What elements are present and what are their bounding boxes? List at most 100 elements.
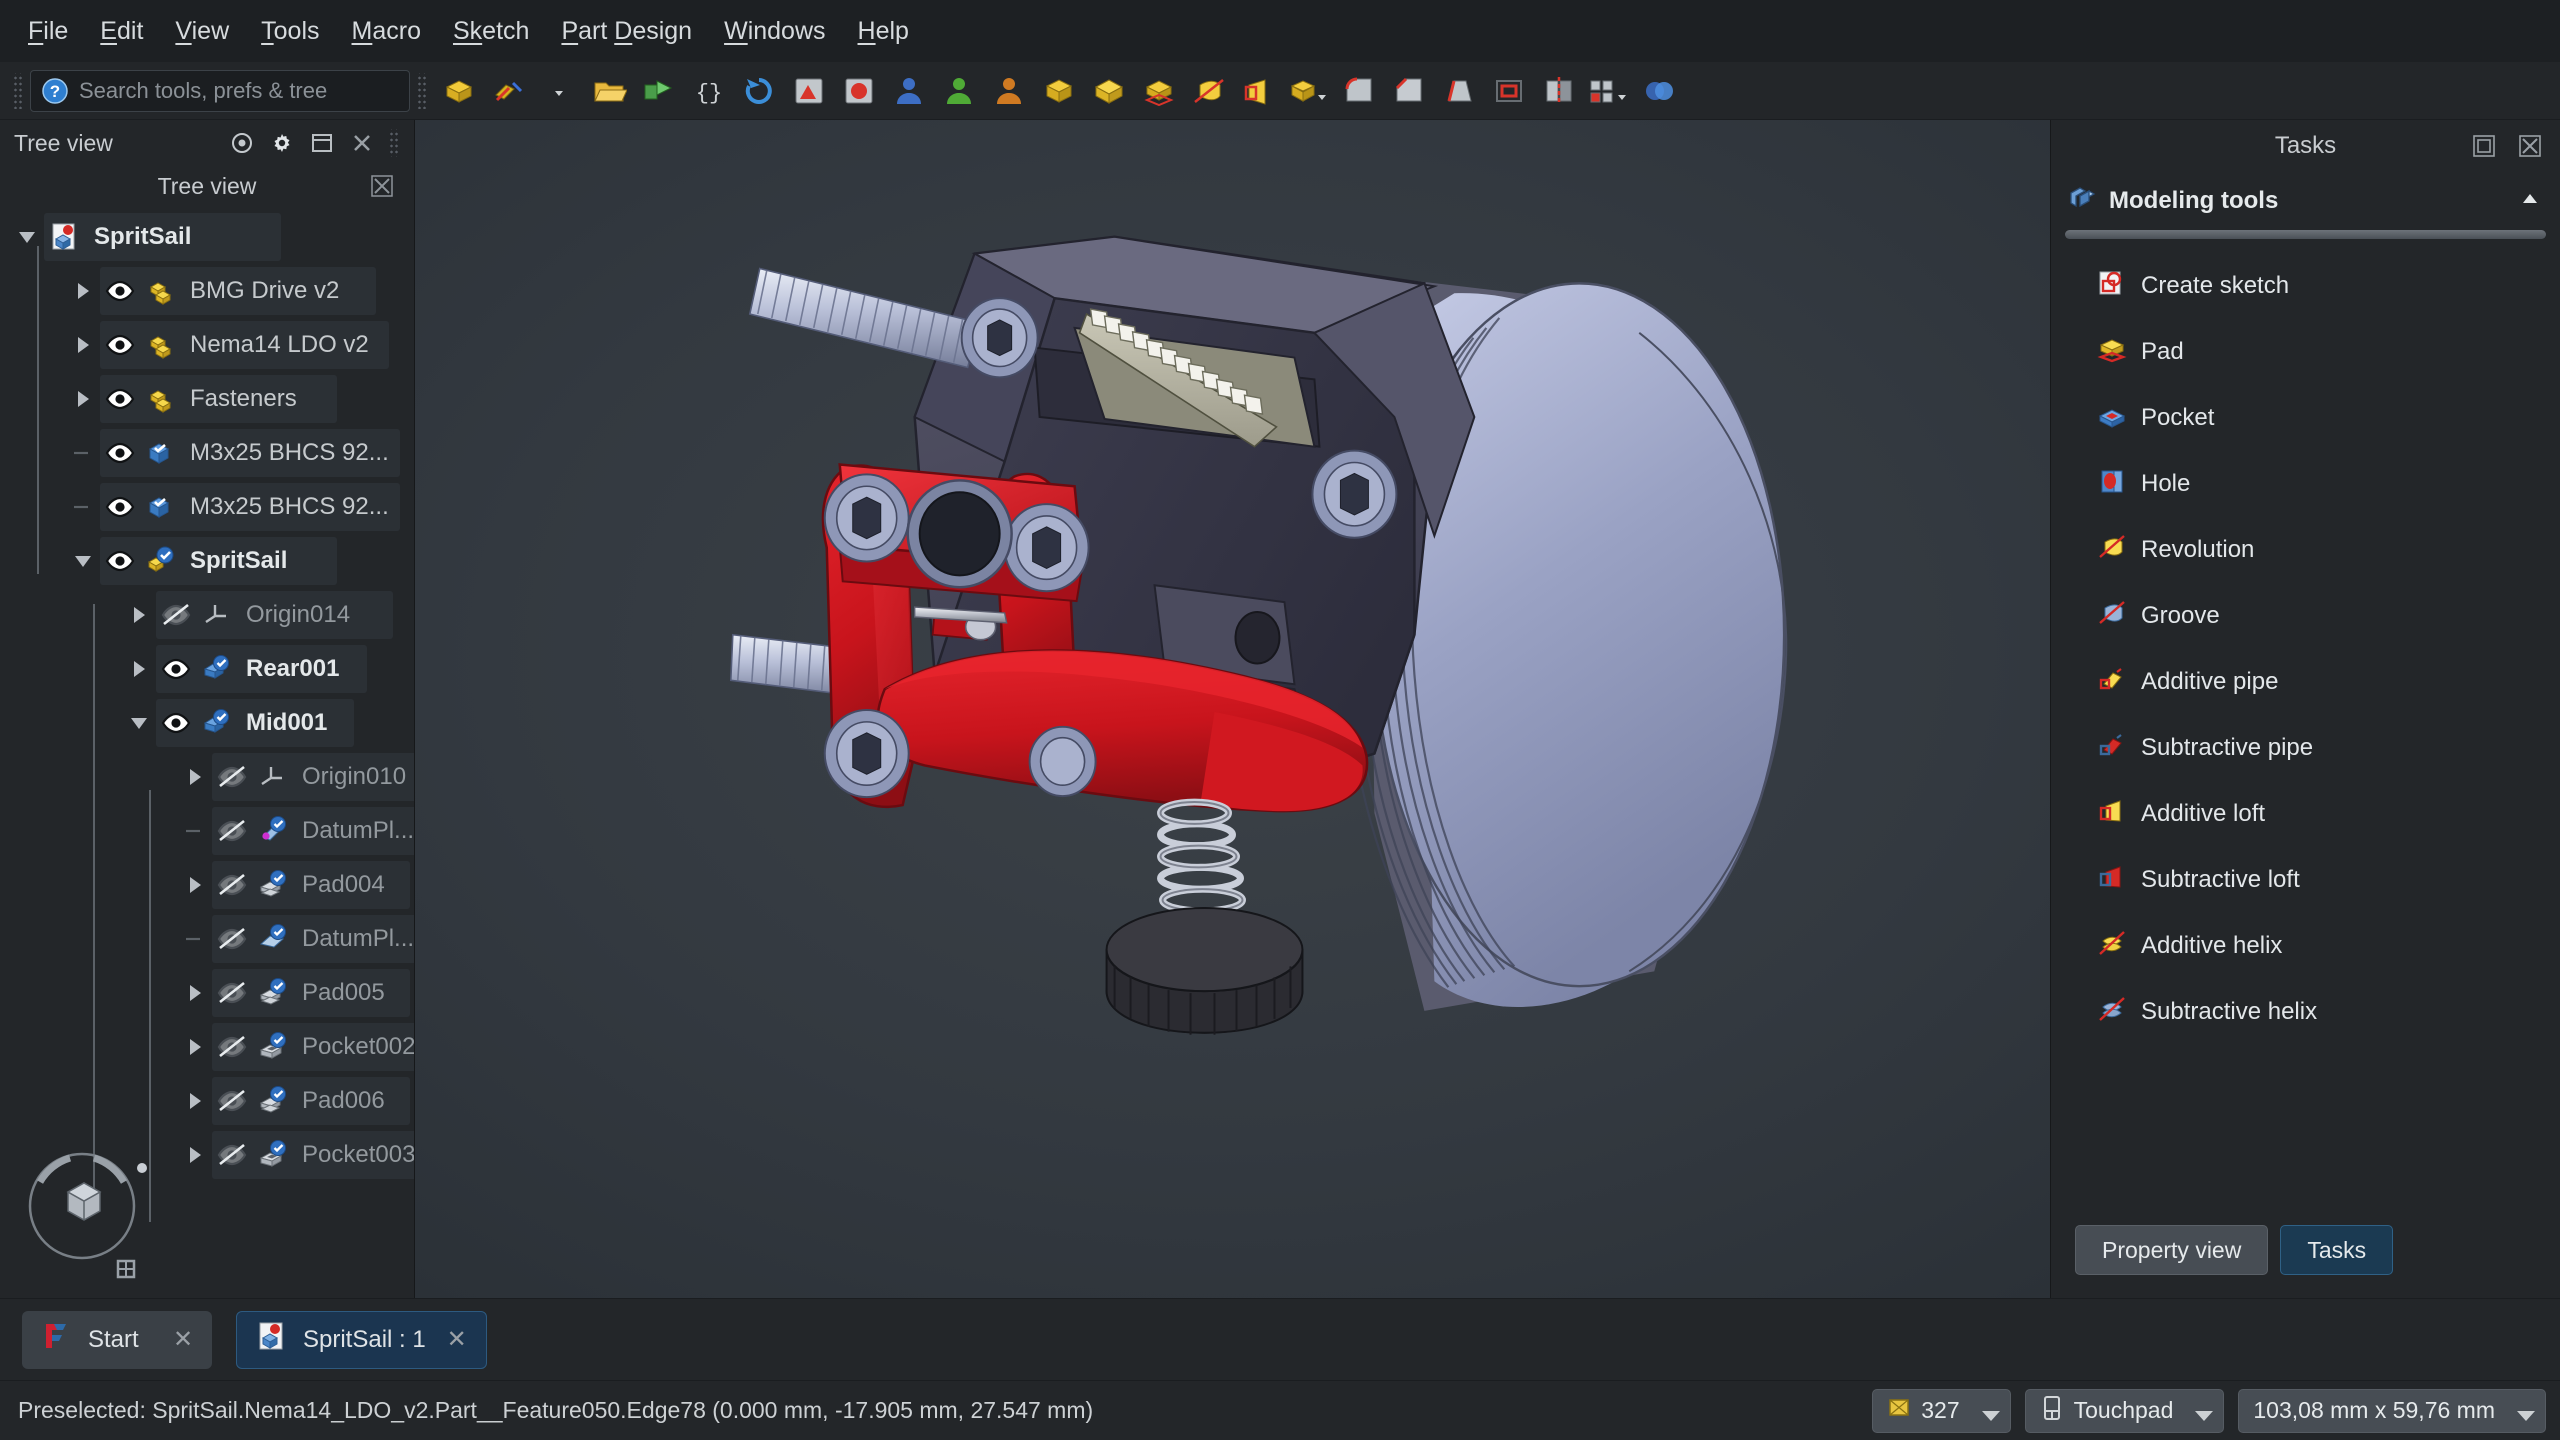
tree-item-m3x25-bhcs-92[interactable]: M3x25 BHCS 92... xyxy=(0,480,414,534)
eye-hidden-icon[interactable] xyxy=(212,750,252,804)
menu-macro[interactable]: Macro xyxy=(336,11,437,52)
close-panel-icon[interactable] xyxy=(342,123,382,163)
eye-hidden-icon[interactable] xyxy=(212,804,252,858)
dock-grip[interactable] xyxy=(388,129,400,157)
tab-start-close-icon[interactable]: ✕ xyxy=(168,1325,198,1355)
std-view-axo-icon[interactable] xyxy=(834,68,884,114)
additive-loft-tool-icon[interactable] xyxy=(1234,68,1284,114)
chevron-right-icon[interactable] xyxy=(178,966,212,1020)
task-additive-loft[interactable]: Additive loft xyxy=(2051,781,2560,847)
dimension-readout-caret-icon[interactable] xyxy=(2517,1411,2535,1421)
person-blue-icon[interactable] xyxy=(884,68,934,114)
chevron-down-icon[interactable] xyxy=(10,210,44,264)
chamfer-icon[interactable] xyxy=(1384,68,1434,114)
boolean-icon[interactable] xyxy=(1634,68,1684,114)
person-green-icon[interactable] xyxy=(934,68,984,114)
tab-start[interactable]: Start ✕ xyxy=(22,1311,212,1369)
tree-item-pad006[interactable]: Pad006 xyxy=(0,1074,414,1128)
more-tools-icon[interactable] xyxy=(1284,68,1334,114)
eye-hidden-icon[interactable] xyxy=(156,588,196,642)
chevron-down-icon[interactable] xyxy=(66,534,100,588)
eye-hidden-icon[interactable] xyxy=(212,966,252,1020)
chevron-down-icon[interactable] xyxy=(534,68,584,114)
task-subtractive-pipe[interactable]: Subtractive pipe xyxy=(2051,715,2560,781)
chevron-right-icon[interactable] xyxy=(122,642,156,696)
export-icon[interactable] xyxy=(634,68,684,114)
chevron-right-icon[interactable] xyxy=(178,1020,212,1074)
3d-viewport[interactable] xyxy=(415,120,2050,1298)
box-yellow-icon[interactable] xyxy=(1034,68,1084,114)
task-additive-pipe[interactable]: Additive pipe xyxy=(2051,649,2560,715)
tree-item-bmg-drive-v2[interactable]: BMG Drive v2 xyxy=(0,264,414,318)
modeling-tools-group-header[interactable]: Modeling tools xyxy=(2051,172,2560,230)
task-revolution[interactable]: Revolution xyxy=(2051,517,2560,583)
task-subtractive-helix[interactable]: Subtractive helix xyxy=(2051,979,2560,1045)
tab-spritsail[interactable]: SpritSail : 1 ✕ xyxy=(236,1311,487,1369)
tab-spritsail-close-icon[interactable]: ✕ xyxy=(442,1325,472,1355)
eye-visible-icon[interactable] xyxy=(100,426,140,480)
chevron-right-icon[interactable] xyxy=(122,588,156,642)
box-yellow-2-icon[interactable] xyxy=(1084,68,1134,114)
chevron-right-icon[interactable] xyxy=(66,372,100,426)
task-additive-helix[interactable]: Additive helix xyxy=(2051,913,2560,979)
task-create-sketch[interactable]: Create sketch xyxy=(2051,253,2560,319)
chevron-right-icon[interactable] xyxy=(66,318,100,372)
eye-visible-icon[interactable] xyxy=(156,696,196,750)
tree-item-spritsail[interactable]: SpritSail xyxy=(0,210,414,264)
pattern-dropdown-icon[interactable] xyxy=(1584,68,1634,114)
navigation-style-widget[interactable]: Touchpad xyxy=(2025,1389,2225,1433)
eye-hidden-icon[interactable] xyxy=(212,1074,252,1128)
tree-item-nema14-ldo-v2[interactable]: Nema14 LDO v2 xyxy=(0,318,414,372)
menu-part-design[interactable]: Part Design xyxy=(545,11,708,52)
eye-visible-icon[interactable] xyxy=(100,318,140,372)
open-folder-icon[interactable] xyxy=(584,68,634,114)
gear-icon[interactable] xyxy=(262,123,302,163)
eye-hidden-icon[interactable] xyxy=(212,858,252,912)
menu-sketch[interactable]: Sketch xyxy=(437,11,545,52)
tree-subpanel-close-icon[interactable] xyxy=(370,174,394,204)
eye-hidden-icon[interactable] xyxy=(212,1128,252,1182)
undock-tasks-icon[interactable] xyxy=(2464,126,2504,166)
dimension-readout-widget[interactable]: 103,08 mm x 59,76 mm xyxy=(2238,1389,2546,1433)
menu-windows[interactable]: Windows xyxy=(708,11,841,52)
chevron-down-icon[interactable] xyxy=(122,696,156,750)
navigation-style-caret-icon[interactable] xyxy=(2195,1411,2213,1421)
thickness-icon[interactable] xyxy=(1484,68,1534,114)
menu-help[interactable]: Help xyxy=(842,11,925,52)
toolbar-grip[interactable] xyxy=(12,73,24,109)
tree-item-m3x25-bhcs-92[interactable]: M3x25 BHCS 92... xyxy=(0,426,414,480)
toolbar-grip-2[interactable] xyxy=(416,73,428,109)
tree-item-datumpl[interactable]: DatumPl... xyxy=(0,912,414,966)
task-groove[interactable]: Groove xyxy=(2051,583,2560,649)
task-hole[interactable]: Hole xyxy=(2051,451,2560,517)
tree-item-pocket003[interactable]: Pocket003 xyxy=(0,1128,414,1182)
draft-icon[interactable] xyxy=(1434,68,1484,114)
chevron-right-icon[interactable] xyxy=(178,750,212,804)
chevron-right-icon[interactable] xyxy=(178,858,212,912)
chevron-right-icon[interactable] xyxy=(178,1074,212,1128)
macro-braces-icon[interactable]: {} xyxy=(684,68,734,114)
menu-tools[interactable]: Tools xyxy=(245,11,335,52)
chevron-right-icon[interactable] xyxy=(66,264,100,318)
tree-item-pocket002[interactable]: Pocket002 xyxy=(0,1020,414,1074)
create-part-icon[interactable] xyxy=(434,68,484,114)
eye-visible-icon[interactable] xyxy=(100,534,140,588)
fillet-icon[interactable] xyxy=(1334,68,1384,114)
model-tree[interactable]: SpritSailBMG Drive v2Nema14 LDO v2Fasten… xyxy=(0,206,414,1298)
person-orange-icon[interactable] xyxy=(984,68,1034,114)
eye-visible-icon[interactable] xyxy=(156,642,196,696)
modeling-tools-list[interactable]: Create sketchPadPocketHoleRevolutionGroo… xyxy=(2051,251,2560,1202)
mirror-icon[interactable] xyxy=(1534,68,1584,114)
selection-count-caret-icon[interactable] xyxy=(1982,1411,2000,1421)
undock-panel-icon[interactable] xyxy=(302,123,342,163)
eye-hidden-icon[interactable] xyxy=(212,1020,252,1074)
tree-item-pad004[interactable]: Pad004 xyxy=(0,858,414,912)
eye-hidden-icon[interactable] xyxy=(212,912,252,966)
tree-item-fasteners[interactable]: Fasteners xyxy=(0,372,414,426)
eye-visible-icon[interactable] xyxy=(100,480,140,534)
eye-visible-icon[interactable] xyxy=(100,372,140,426)
property-view-button[interactable]: Property view xyxy=(2075,1225,2268,1275)
tree-item-spritsail[interactable]: SpritSail xyxy=(0,534,414,588)
tree-item-datumpl[interactable]: DatumPl... xyxy=(0,804,414,858)
tree-item-mid001[interactable]: Mid001 xyxy=(0,696,414,750)
